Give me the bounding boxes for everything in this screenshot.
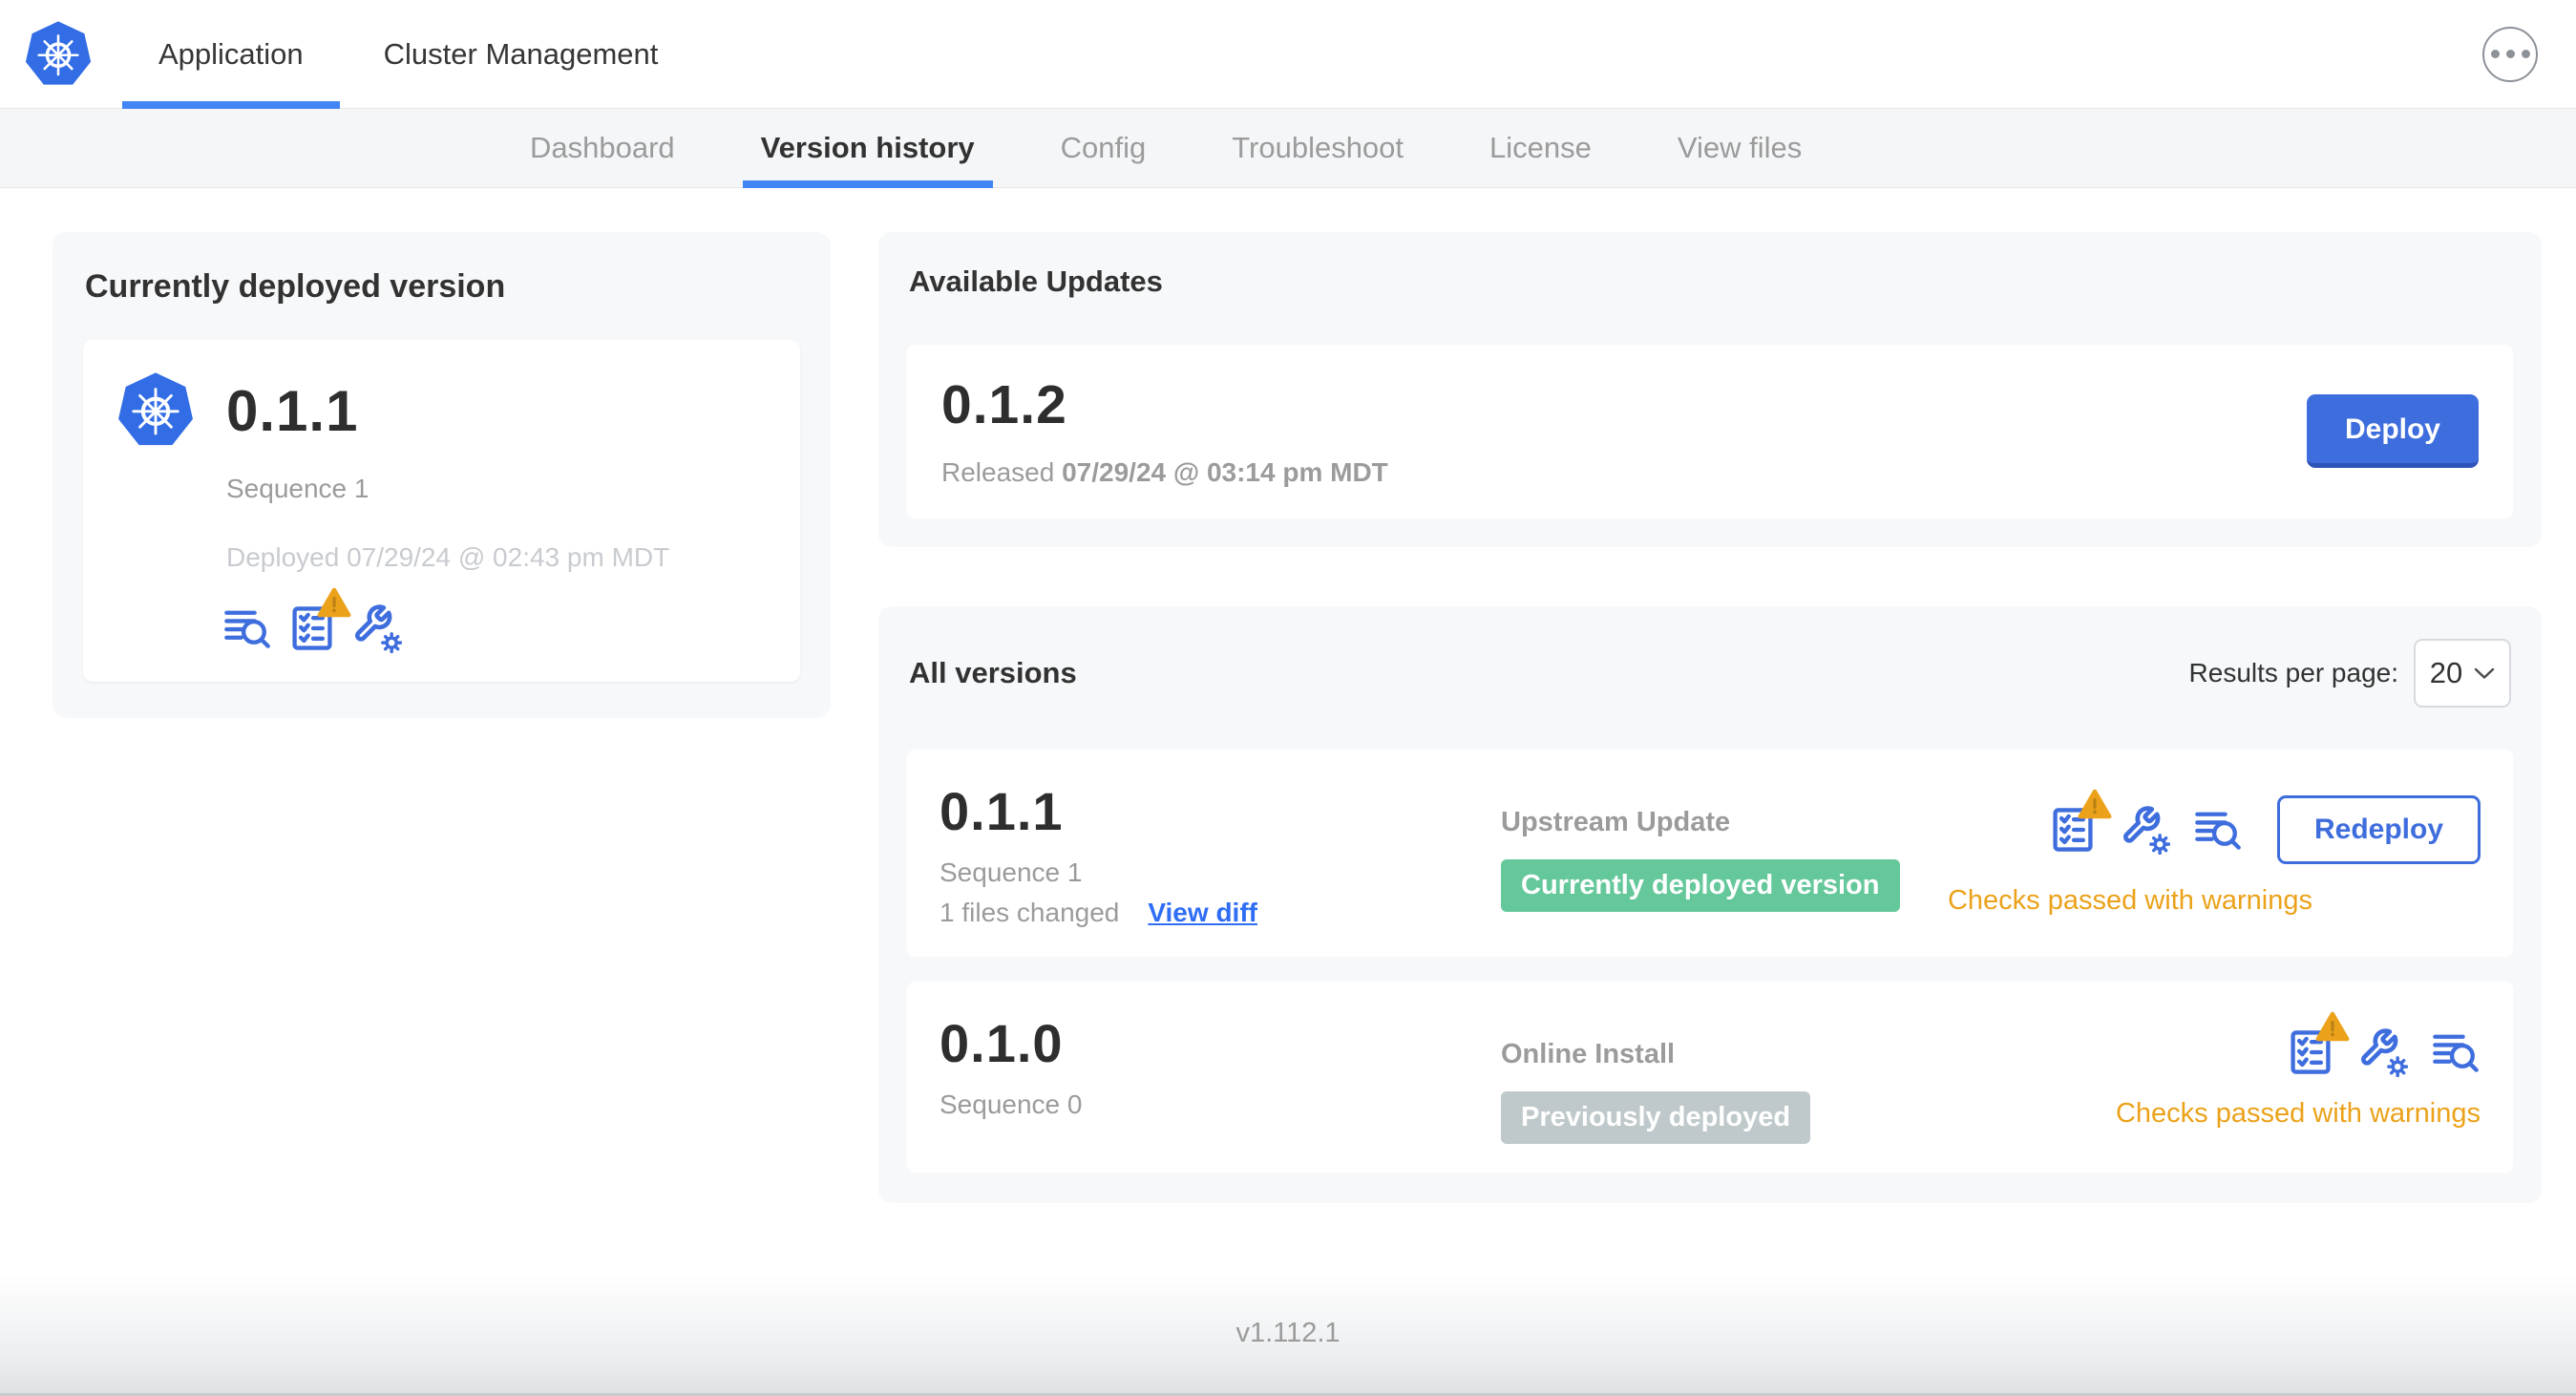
tab-application-label: Application	[158, 36, 304, 71]
tab-license[interactable]: License	[1446, 109, 1635, 187]
tab-config[interactable]: Config	[1018, 109, 1190, 187]
version-row-0-1-1: 0.1.1 Sequence 1 1 files changed View di…	[907, 750, 2513, 957]
all-versions-title: All versions	[909, 656, 1077, 689]
row-source-label: Upstream Update	[1501, 807, 1731, 837]
available-update-row: 0.1.2 Released 07/29/24 @ 03:14 pm MDT D…	[907, 345, 2513, 518]
row-sequence: Sequence 0	[940, 1089, 1083, 1119]
files-changed-label: 1 files changed	[940, 898, 1120, 927]
version-history-page: Application Cluster Management Dashboard…	[0, 0, 2576, 1396]
release-notes-icon[interactable]	[222, 603, 272, 653]
preflight-checks-icon[interactable]	[287, 587, 351, 653]
kubernetes-app-icon	[117, 372, 194, 449]
preflight-checks-icon[interactable]	[2286, 1011, 2350, 1077]
row-source-label: Online Install	[1501, 1039, 1676, 1069]
edit-config-icon[interactable]	[2358, 1027, 2408, 1077]
currently-deployed-title: Currently deployed version	[85, 268, 506, 305]
app-subnav: Dashboard Version history Config Trouble…	[0, 109, 2576, 188]
row-version-number: 0.1.0	[940, 1013, 1064, 1073]
redeploy-button[interactable]: Redeploy	[2276, 795, 2481, 864]
view-diff-link[interactable]: View diff	[1148, 898, 1257, 928]
currently-deployed-card: Currently deployed version 0.1.1 Sequenc…	[53, 232, 831, 718]
version-row-0-1-0: 0.1.0 Sequence 0 Online Install Previous…	[907, 982, 2513, 1173]
deploy-button[interactable]: Deploy	[2306, 393, 2479, 468]
preflight-checks-icon[interactable]	[2048, 789, 2112, 855]
row-sequence: Sequence 1	[940, 857, 1083, 887]
ellipsis-icon	[2490, 50, 2500, 58]
all-versions-card: All versions Results per page: 20 0.1.1 …	[878, 606, 2542, 1203]
tab-cluster-management-label: Cluster Management	[383, 36, 659, 71]
current-version-deployed-date: Deployed 07/29/24 @ 02:43 pm MDT	[226, 542, 670, 572]
primary-tabs: Application Cluster Management	[118, 0, 699, 109]
tab-dashboard[interactable]: Dashboard	[487, 109, 718, 187]
tab-application[interactable]: Application	[118, 0, 344, 109]
preflight-status-text: Checks passed with warnings	[1947, 885, 2312, 916]
app-footer: v1.112.1	[0, 1274, 2576, 1396]
preflight-status-text: Checks passed with warnings	[2115, 1098, 2481, 1129]
results-per-page-label: Results per page:	[2188, 658, 2398, 687]
current-version-number: 0.1.1	[226, 378, 359, 443]
edit-config-icon[interactable]	[352, 603, 402, 653]
available-updates-card: Available Updates 0.1.2 Released 07/29/2…	[878, 232, 2542, 547]
tab-view-files[interactable]: View files	[1635, 109, 1845, 187]
release-notes-icon[interactable]	[2193, 805, 2243, 855]
current-version-sequence: Sequence 1	[226, 474, 370, 503]
available-updates-title: Available Updates	[909, 264, 1163, 298]
currently-deployed-badge: Currently deployed version	[1501, 859, 1900, 912]
tab-troubleshoot[interactable]: Troubleshoot	[1189, 109, 1446, 187]
previously-deployed-badge: Previously deployed	[1501, 1091, 1811, 1144]
update-version-number: 0.1.2	[941, 374, 1067, 435]
release-notes-icon[interactable]	[2431, 1027, 2481, 1077]
row-version-number: 0.1.1	[940, 781, 1064, 841]
tab-cluster-management[interactable]: Cluster Management	[344, 0, 699, 108]
tab-version-history[interactable]: Version history	[718, 109, 1018, 188]
app-header: Application Cluster Management	[0, 0, 2576, 109]
console-version: v1.112.1	[1235, 1318, 1341, 1348]
edit-config-icon[interactable]	[2121, 805, 2170, 855]
chevron-down-icon	[2475, 667, 2495, 679]
main-content: Currently deployed version 0.1.1 Sequenc…	[0, 188, 2576, 1203]
currently-deployed-version-panel: 0.1.1 Sequence 1 Deployed 07/29/24 @ 02:…	[83, 340, 800, 682]
kubernetes-logo-icon	[25, 20, 92, 88]
results-per-page-select[interactable]: 20	[2414, 639, 2511, 708]
more-options-button[interactable]	[2482, 26, 2538, 82]
update-released-date: Released 07/29/24 @ 03:14 pm MDT	[941, 457, 1388, 487]
